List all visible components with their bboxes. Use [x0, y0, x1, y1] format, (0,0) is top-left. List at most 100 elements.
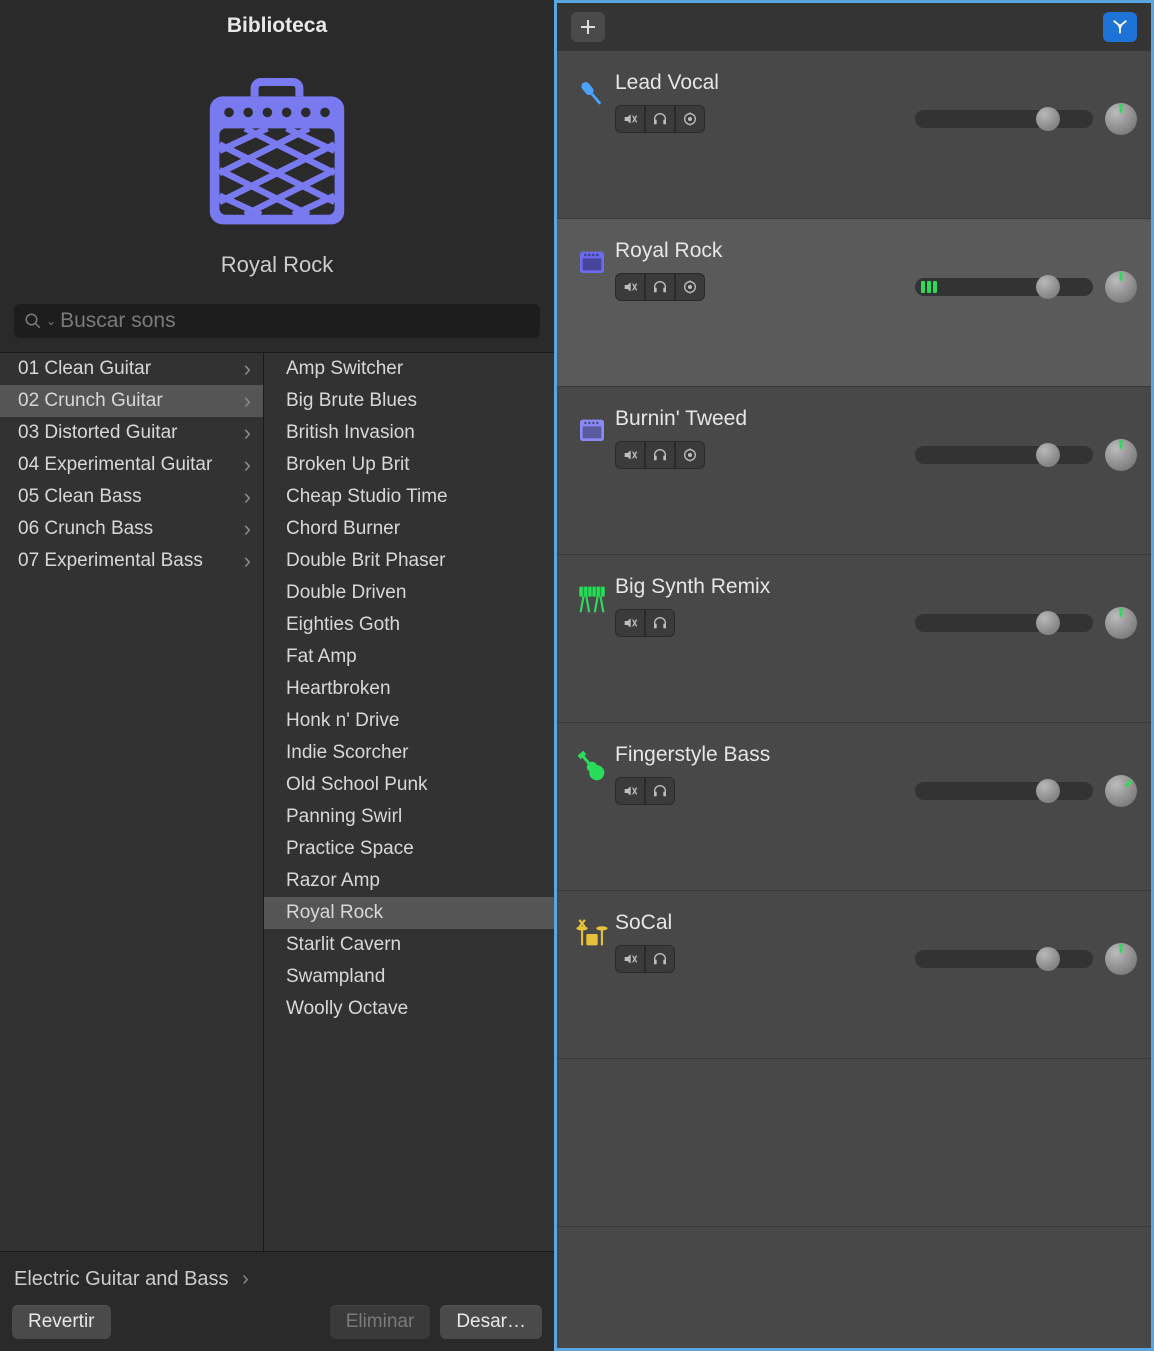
search-placeholder: Buscar sons: [60, 309, 530, 333]
category-item[interactable]: 05 Clean Bass›: [0, 481, 263, 513]
preset-item[interactable]: British Invasion: [264, 417, 554, 449]
library-footer: Electric Guitar and Bass › Revertir Elim…: [0, 1252, 554, 1351]
volume-slider[interactable]: [915, 110, 1093, 128]
category-label: 01 Clean Guitar: [18, 358, 151, 380]
preset-item[interactable]: Broken Up Brit: [264, 449, 554, 481]
track-header[interactable]: Lead Vocal: [557, 51, 1151, 219]
category-label: 03 Distorted Guitar: [18, 422, 177, 444]
solo-button[interactable]: [645, 777, 675, 805]
preset-item[interactable]: Woolly Octave: [264, 993, 554, 1025]
volume-slider[interactable]: [915, 950, 1093, 968]
preset-browser: 01 Clean Guitar›02 Crunch Guitar›03 Dist…: [0, 352, 554, 1252]
save-button[interactable]: Desar…: [440, 1305, 542, 1339]
library-panel: Biblioteca Royal Rock ⌄ Buscar sons: [0, 0, 554, 1351]
preset-item[interactable]: Royal Rock: [264, 897, 554, 929]
category-item[interactable]: 04 Experimental Guitar›: [0, 449, 263, 481]
mute-button[interactable]: [615, 945, 645, 973]
track-icon: [569, 911, 615, 1058]
volume-slider[interactable]: [915, 782, 1093, 800]
preset-item[interactable]: Double Brit Phaser: [264, 545, 554, 577]
mute-button[interactable]: [615, 609, 645, 637]
input-monitor-button[interactable]: [675, 105, 705, 133]
preset-item[interactable]: Amp Switcher: [264, 353, 554, 385]
solo-button[interactable]: [645, 105, 675, 133]
chevron-right-icon: ›: [244, 452, 251, 478]
track-buttons: [615, 273, 705, 301]
pan-knob[interactable]: [1105, 943, 1137, 975]
tracks-panel: Lead Vocal Royal Rock Burnin' Tw: [554, 0, 1154, 1351]
snap-icon: [1111, 18, 1129, 36]
preset-item[interactable]: Starlit Cavern: [264, 929, 554, 961]
search-menu-chevron-icon[interactable]: ⌄: [46, 314, 56, 328]
track-name: Big Synth Remix: [615, 575, 1137, 599]
category-item[interactable]: 06 Crunch Bass›: [0, 513, 263, 545]
chevron-right-icon: ›: [242, 1268, 249, 1290]
chevron-right-icon: ›: [244, 548, 251, 574]
pan-knob[interactable]: [1105, 607, 1137, 639]
breadcrumb-label: Electric Guitar and Bass: [14, 1268, 229, 1290]
solo-button[interactable]: [645, 945, 675, 973]
preset-item[interactable]: Practice Space: [264, 833, 554, 865]
pan-knob[interactable]: [1105, 775, 1137, 807]
grid-snap-button[interactable]: [1103, 12, 1137, 42]
library-title: Biblioteca: [0, 0, 554, 44]
preset-item[interactable]: Razor Amp: [264, 865, 554, 897]
preset-item[interactable]: Chord Burner: [264, 513, 554, 545]
preset-item[interactable]: Eighties Goth: [264, 609, 554, 641]
preset-item[interactable]: Double Driven: [264, 577, 554, 609]
chevron-right-icon: ›: [244, 420, 251, 446]
mute-button[interactable]: [615, 105, 645, 133]
mute-button[interactable]: [615, 777, 645, 805]
volume-slider[interactable]: [915, 614, 1093, 632]
preset-item[interactable]: Heartbroken: [264, 673, 554, 705]
category-item[interactable]: 03 Distorted Guitar ›: [0, 417, 263, 449]
category-item[interactable]: 01 Clean Guitar›: [0, 353, 263, 385]
volume-slider[interactable]: [915, 446, 1093, 464]
track-buttons: [615, 609, 675, 637]
chevron-right-icon: ›: [244, 484, 251, 510]
category-label: 06 Crunch Bass: [18, 518, 153, 540]
track-buttons: [615, 105, 705, 133]
track-header[interactable]: Big Synth Remix: [557, 555, 1151, 723]
track-name: Royal Rock: [615, 239, 1137, 263]
solo-button[interactable]: [645, 273, 675, 301]
volume-slider[interactable]: [915, 278, 1093, 296]
track-icon: [569, 239, 615, 386]
category-column: 01 Clean Guitar›02 Crunch Guitar›03 Dist…: [0, 353, 264, 1251]
search-input[interactable]: ⌄ Buscar sons: [14, 304, 540, 338]
search-icon: [24, 312, 42, 330]
empty-track-area[interactable]: [557, 1059, 1151, 1227]
preset-item[interactable]: Old School Punk: [264, 769, 554, 801]
preset-column: Amp SwitcherBig Brute BluesBritish Invas…: [264, 353, 554, 1251]
solo-button[interactable]: [645, 441, 675, 469]
add-track-button[interactable]: [571, 12, 605, 42]
track-header[interactable]: Burnin' Tweed: [557, 387, 1151, 555]
track-list: Lead Vocal Royal Rock Burnin' Tw: [557, 51, 1151, 1348]
track-icon: [569, 575, 615, 722]
revert-button[interactable]: Revertir: [12, 1305, 111, 1339]
preset-item[interactable]: Indie Scorcher: [264, 737, 554, 769]
track-header[interactable]: Royal Rock: [557, 219, 1151, 387]
preset-item[interactable]: Fat Amp: [264, 641, 554, 673]
breadcrumb[interactable]: Electric Guitar and Bass ›: [12, 1260, 542, 1305]
preset-item[interactable]: Honk n' Drive: [264, 705, 554, 737]
solo-button[interactable]: [645, 609, 675, 637]
preset-item[interactable]: Panning Swirl: [264, 801, 554, 833]
pan-knob[interactable]: [1105, 103, 1137, 135]
preset-item[interactable]: Cheap Studio Time: [264, 481, 554, 513]
input-monitor-button[interactable]: [675, 273, 705, 301]
pan-knob[interactable]: [1105, 439, 1137, 471]
track-header[interactable]: SoCal: [557, 891, 1151, 1059]
pan-knob[interactable]: [1105, 271, 1137, 303]
track-name: SoCal: [615, 911, 1137, 935]
preset-item[interactable]: Swampland: [264, 961, 554, 993]
input-monitor-button[interactable]: [675, 441, 705, 469]
track-name: Burnin' Tweed: [615, 407, 1137, 431]
preset-item[interactable]: Big Brute Blues: [264, 385, 554, 417]
mute-button[interactable]: [615, 273, 645, 301]
category-item[interactable]: 02 Crunch Guitar›: [0, 385, 263, 417]
category-item[interactable]: 07 Experimental Bass›: [0, 545, 263, 577]
mute-button[interactable]: [615, 441, 645, 469]
track-header[interactable]: Fingerstyle Bass: [557, 723, 1151, 891]
plus-icon: [580, 19, 596, 35]
